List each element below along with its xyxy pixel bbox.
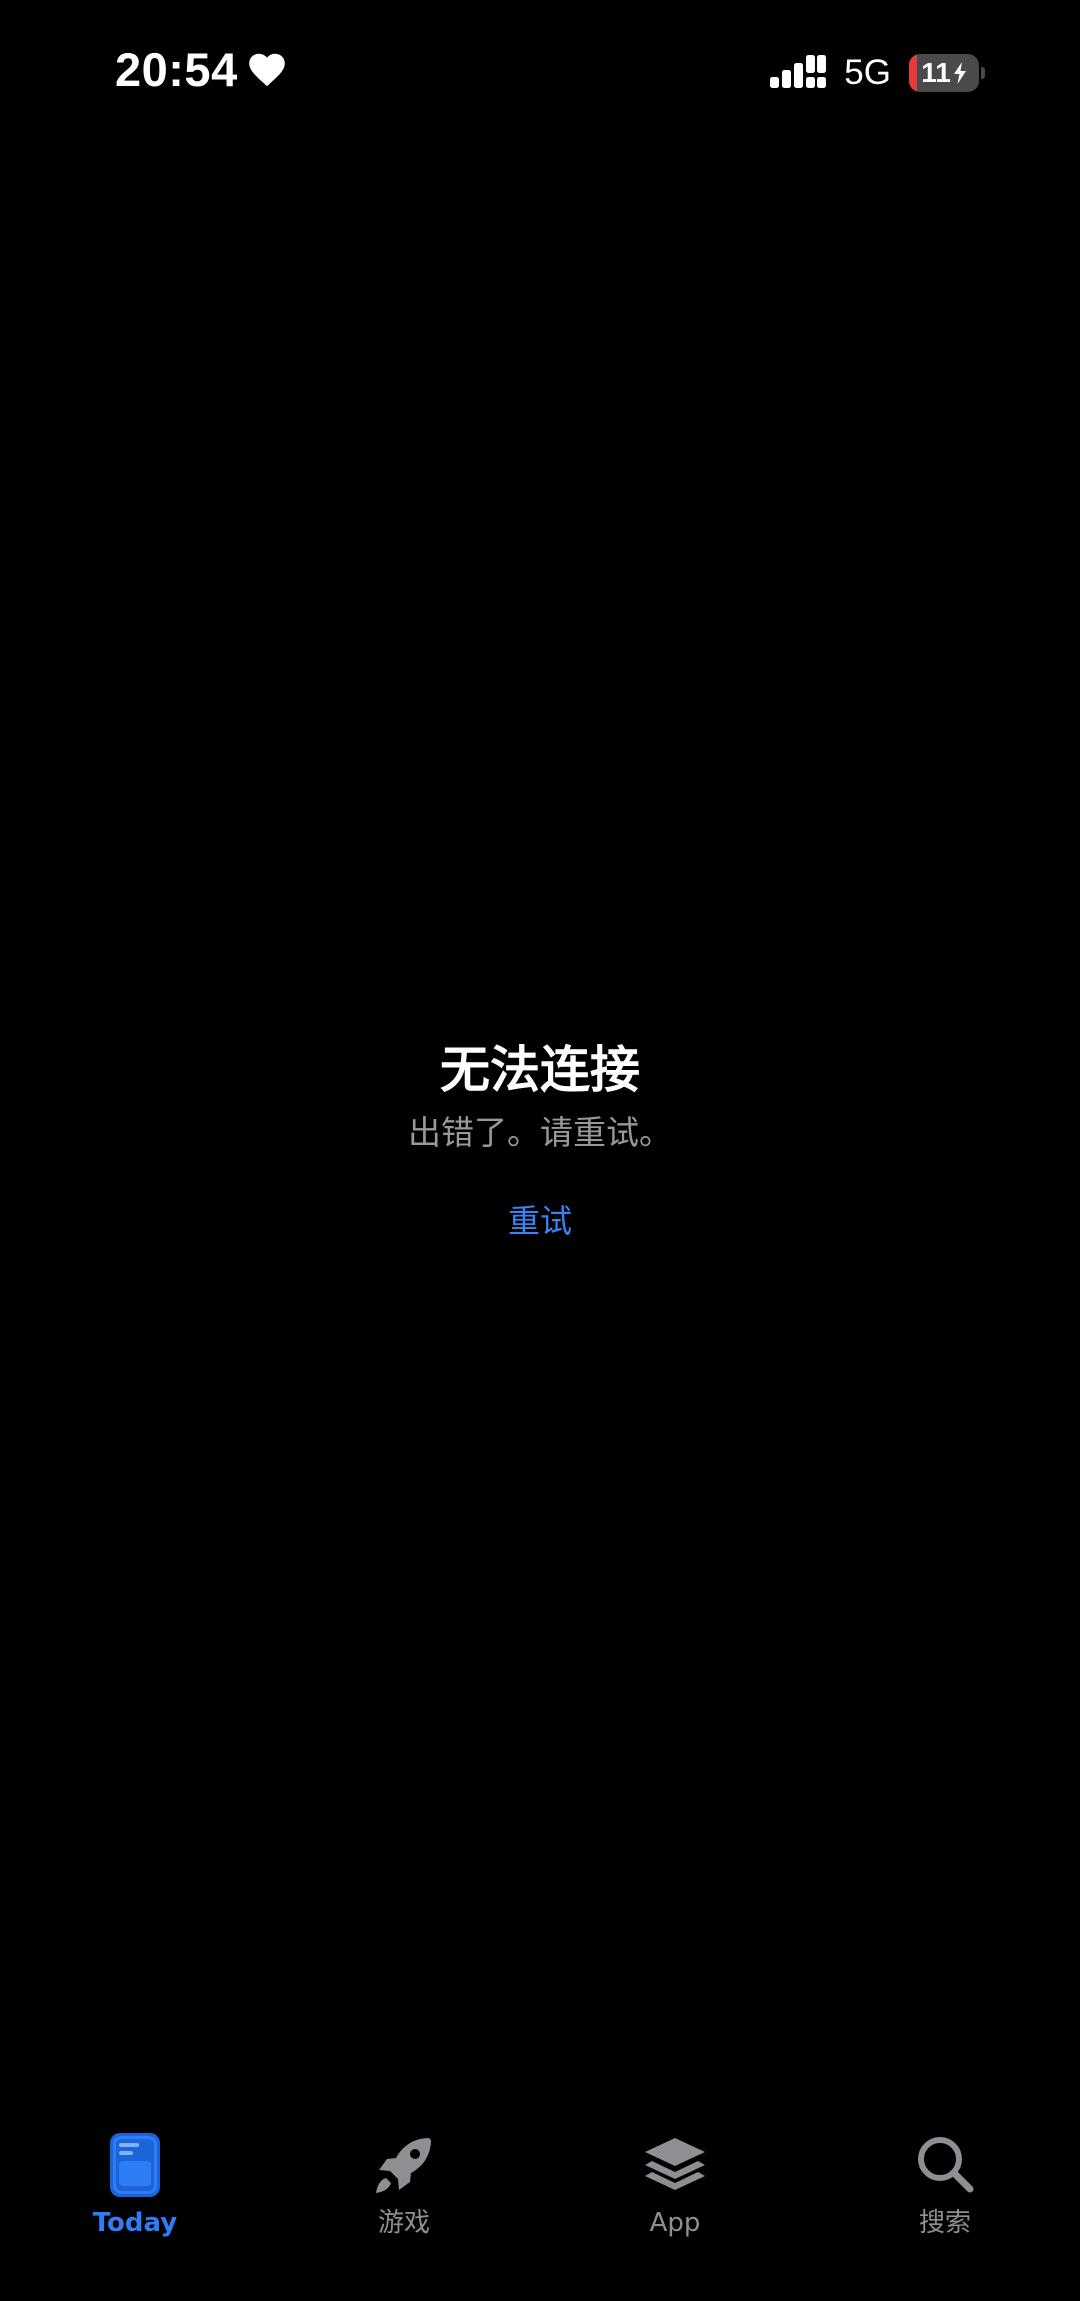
battery-level-label: 11 [921,57,951,88]
rocket-icon [376,2138,431,2193]
battery-indicator: 11 [909,54,985,92]
heart-icon [248,53,285,86]
battery-text: 11 [909,54,979,92]
signal-icon [770,55,827,88]
tab-games[interactable]: 游戏 [314,2130,494,2240]
status-time-group: 20:54 [115,42,286,97]
tab-apps[interactable]: App [585,2130,765,2240]
charging-bolt-icon [953,62,966,84]
tab-label: 搜索 [918,2208,971,2238]
tab-label: App [649,2208,701,2238]
tab-label: Today [92,2208,178,2238]
status-time: 20:54 [115,43,238,96]
search-icon [918,2137,974,2193]
battery-body: 11 [909,54,979,92]
app-stack-icon [645,2138,705,2190]
connection-error-message: 无法连接 出错了。请重试。 重试 [0,1030,1080,1246]
tab-bar: Today 游戏 App 搜索 [0,2130,1080,2270]
error-title: 无法连接 [440,1041,640,1099]
status-right-group: 5G 11 [770,53,985,93]
tab-today[interactable]: Today [45,2130,225,2240]
error-subtitle: 出错了。请重试。 [408,1113,672,1152]
network-type-label: 5G [844,53,891,92]
tab-search[interactable]: 搜索 [855,2130,1035,2240]
tab-label: 游戏 [377,2208,430,2238]
status-bar: 20:54 5G 11 [0,0,1080,150]
today-icon [110,2133,160,2197]
retry-button[interactable]: 重试 [508,1196,572,1246]
battery-cap [981,67,985,79]
